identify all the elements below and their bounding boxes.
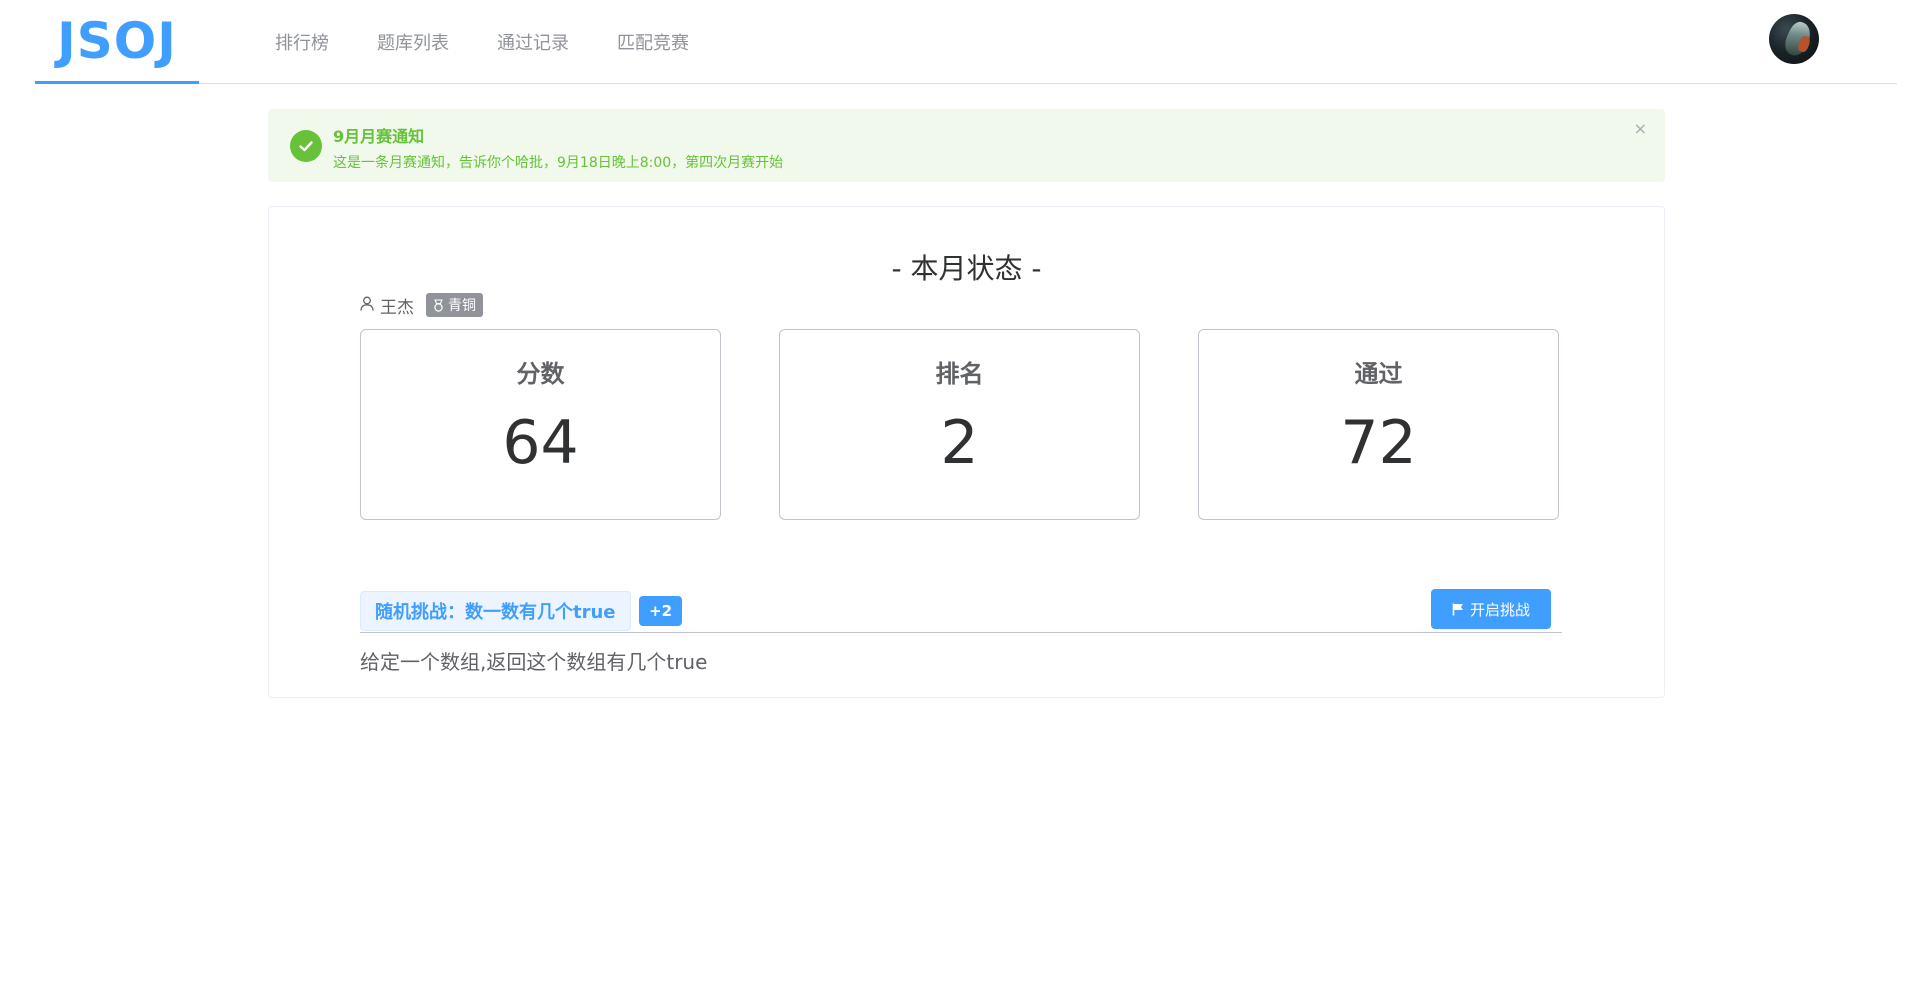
stat-label: 排名 xyxy=(935,360,984,388)
challenge-description: 给定一个数组,返回这个数组有几个true xyxy=(360,650,708,674)
user-avatar[interactable] xyxy=(1769,14,1819,64)
close-icon[interactable]: × xyxy=(1634,121,1647,137)
nav-item-problem-list[interactable]: 题库列表 xyxy=(377,29,449,55)
random-challenge-row: 随机挑战：数一数有几个true +2 开启挑战 xyxy=(360,583,1562,633)
nav-item-pass-records[interactable]: 通过记录 xyxy=(497,29,569,55)
rank-label: 青铜 xyxy=(448,298,476,314)
flag-icon xyxy=(1452,603,1463,615)
monthly-status-card: - 本月状态 - 王杰 青铜 分数 64 排名 2 通过 72 随机挑战：数一数… xyxy=(268,206,1665,698)
success-check-icon xyxy=(290,130,322,162)
site-logo[interactable]: JSOJ xyxy=(35,0,199,84)
challenge-count-badge[interactable]: +2 xyxy=(639,596,683,626)
stat-label: 通过 xyxy=(1354,360,1403,388)
medal-icon xyxy=(434,298,443,312)
stat-card-score: 分数 64 xyxy=(360,329,721,520)
stat-value: 2 xyxy=(940,408,979,478)
start-challenge-label: 开启挑战 xyxy=(1469,600,1530,619)
card-title: - 本月状态 - xyxy=(891,252,1042,285)
stat-label: 分数 xyxy=(516,360,565,388)
top-nav-bar: JSOJ 排行榜 题库列表 通过记录 匹配竞赛 xyxy=(35,0,1897,84)
stat-value: 64 xyxy=(502,408,579,478)
alert-title: 9月月赛通知 xyxy=(333,127,425,146)
stat-card-rank: 排名 2 xyxy=(779,329,1140,520)
nav-item-ranking[interactable]: 排行榜 xyxy=(275,29,329,55)
nav-item-match-contest[interactable]: 匹配竞赛 xyxy=(617,29,689,55)
start-challenge-button[interactable]: 开启挑战 xyxy=(1431,589,1551,629)
rank-badge: 青铜 xyxy=(426,293,483,317)
stat-card-passed: 通过 72 xyxy=(1198,329,1559,520)
main-nav: 排行榜 题库列表 通过记录 匹配竞赛 xyxy=(275,0,737,84)
alert-description: 这是一条月赛通知，告诉你个哈批，9月18日晚上8:00，第四次月赛开始 xyxy=(333,155,784,171)
random-challenge-tag[interactable]: 随机挑战：数一数有几个true xyxy=(360,591,631,631)
user-info: 王杰 青铜 xyxy=(360,293,483,318)
user-icon xyxy=(360,296,374,315)
contest-notice-alert: 9月月赛通知 这是一条月赛通知，告诉你个哈批，9月18日晚上8:00，第四次月赛… xyxy=(268,109,1665,182)
user-name: 王杰 xyxy=(380,297,414,318)
stat-value: 72 xyxy=(1340,408,1417,478)
